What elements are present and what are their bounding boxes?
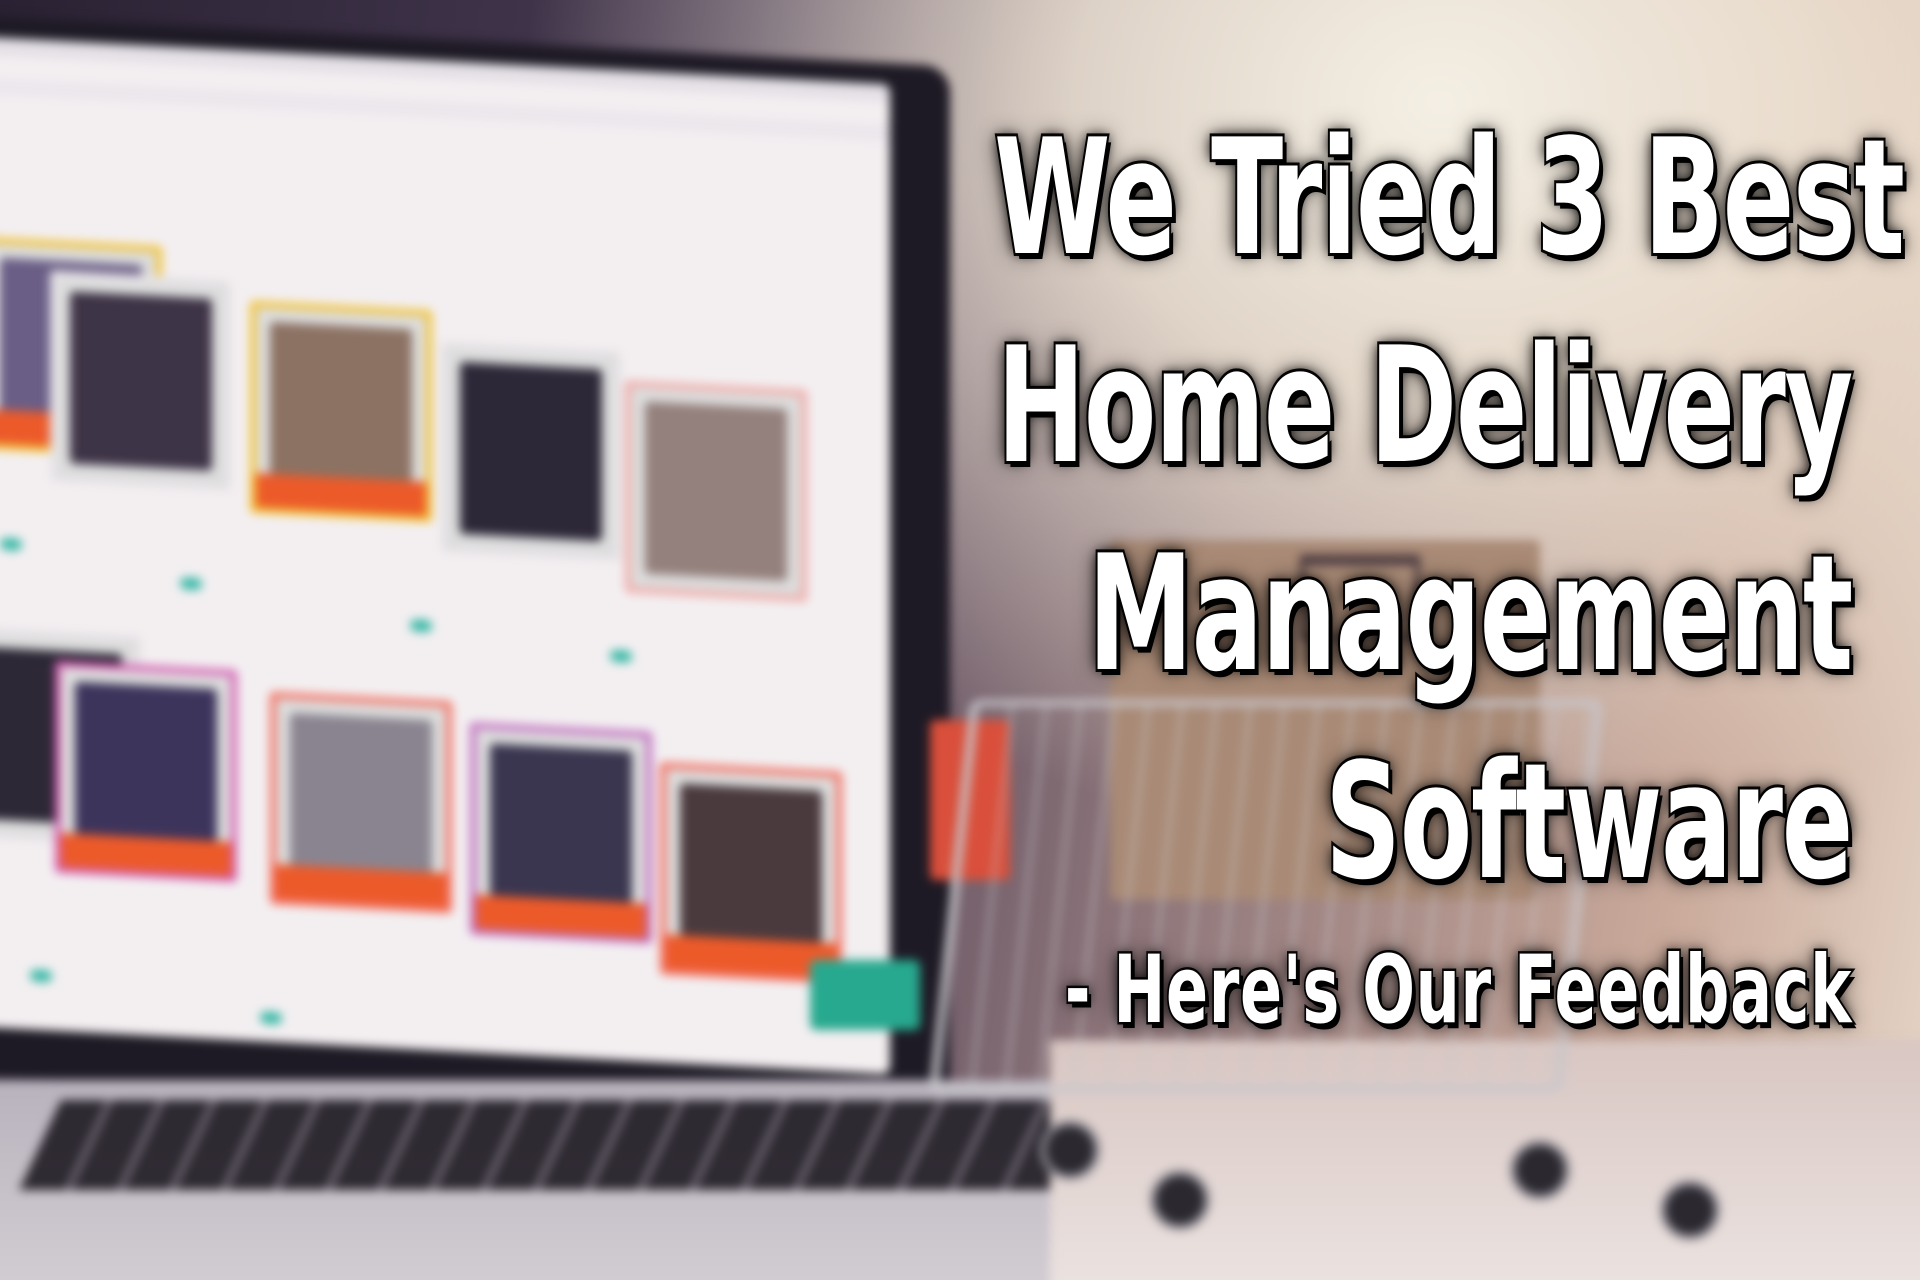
hero-image: We Tried 3 Best Home Delivery Management… [0, 0, 1920, 1280]
headline: We Tried 3 Best Home Delivery Management… [992, 104, 1907, 1086]
product-card [470, 722, 652, 944]
rating-dot [260, 1011, 282, 1025]
chat-button-blurred [810, 960, 920, 1030]
rating-dot [30, 969, 52, 983]
product-card [250, 300, 432, 523]
product-card [625, 380, 807, 603]
product-card [440, 340, 622, 563]
product-card [270, 691, 452, 914]
rating-dot [0, 537, 22, 551]
cart-wheel [1660, 1180, 1720, 1240]
cart-wheel [1510, 1140, 1570, 1200]
rating-dot [410, 619, 432, 633]
product-card [660, 762, 842, 984]
headline-line-2: Home Delivery [995, 312, 1856, 499]
headline-line-3: Management [1086, 520, 1855, 707]
cart-wheel [1040, 1120, 1100, 1180]
headline-line-1: We Tried 3 Best [992, 104, 1907, 291]
headline-line-4: Software [1323, 728, 1855, 915]
product-card [50, 270, 232, 492]
product-card [55, 660, 237, 883]
headline-subtitle: - Here's Our Feedback [1063, 936, 1853, 1045]
cart-wheel [1150, 1170, 1210, 1230]
rating-dot [180, 577, 202, 591]
laptop-screen [0, 35, 890, 1075]
rating-dot [610, 649, 632, 663]
